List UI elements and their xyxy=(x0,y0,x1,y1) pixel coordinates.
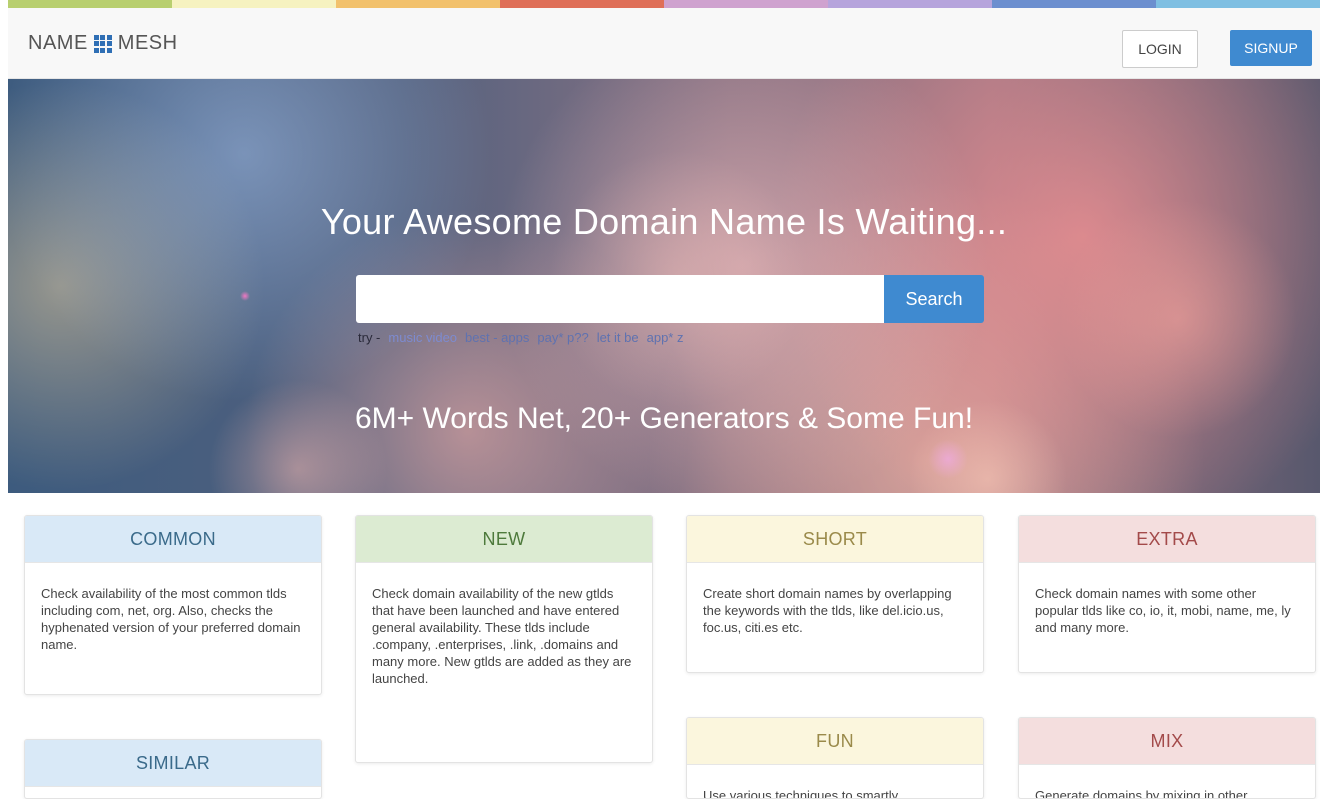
hero-title: Your Awesome Domain Name Is Waiting... xyxy=(320,201,1008,242)
card-common[interactable]: COMMON Check availability of the most co… xyxy=(24,515,322,695)
card-title: COMMON xyxy=(25,516,321,563)
bokeh-light xyxy=(208,379,388,493)
card-title: SHORT xyxy=(687,516,983,563)
card-description: Generate domains by mixing in other xyxy=(1035,788,1248,799)
hero-subtitle: 6M+ Words Net, 20+ Generators & Some Fun… xyxy=(354,402,974,435)
example-link[interactable]: pay* p?? xyxy=(537,330,588,345)
card-new[interactable]: NEW Check domain availability of the new… xyxy=(355,515,653,763)
strip-segment xyxy=(172,0,336,8)
card-description: Create short domain names by overlapping… xyxy=(703,586,952,635)
search-bar: Search xyxy=(356,275,984,323)
search-button[interactable]: Search xyxy=(884,275,984,323)
top-navbar: NAME MESH LOGIN SIGNUP xyxy=(8,8,1320,79)
example-link[interactable]: let it be xyxy=(597,330,639,345)
grid-icon xyxy=(93,34,112,53)
card-description: Check domain availability of the new gtl… xyxy=(372,586,632,686)
strip-segment xyxy=(1156,0,1320,8)
card-title: FUN xyxy=(687,718,983,765)
card-description: Use various techniques to smartly xyxy=(703,788,899,799)
card-extra[interactable]: EXTRA Check domain names with some other… xyxy=(1018,515,1316,673)
card-mix[interactable]: MIX Generate domains by mixing in other xyxy=(1018,717,1316,799)
logo-text-left: NAME xyxy=(28,32,88,54)
strip-segment xyxy=(8,0,172,8)
login-button[interactable]: LOGIN xyxy=(1122,30,1198,68)
card-description: Check domain names with some other popul… xyxy=(1035,586,1291,635)
strip-segment xyxy=(992,0,1156,8)
generator-cards: COMMON Check availability of the most co… xyxy=(8,493,1320,799)
card-title: MIX xyxy=(1019,718,1315,765)
logo-text-right: MESH xyxy=(117,32,178,54)
site-logo[interactable]: NAME MESH xyxy=(28,32,178,55)
strip-segment xyxy=(664,0,828,8)
domain-search-input[interactable] xyxy=(356,275,884,323)
card-similar[interactable]: SIMILAR xyxy=(24,739,322,799)
card-short[interactable]: SHORT Create short domain names by overl… xyxy=(686,515,984,673)
bokeh-light xyxy=(240,291,250,301)
example-link[interactable]: music video xyxy=(388,330,457,345)
strip-segment xyxy=(828,0,992,8)
bokeh-light xyxy=(928,439,968,479)
card-title: NEW xyxy=(356,516,652,563)
try-label: try - xyxy=(358,330,381,345)
try-examples: try - music video best - apps pay* p?? l… xyxy=(358,330,683,345)
strip-segment xyxy=(500,0,664,8)
card-description: Check availability of the most common tl… xyxy=(41,586,301,652)
strip-segment xyxy=(336,0,500,8)
hero-banner: Your Awesome Domain Name Is Waiting... S… xyxy=(8,79,1320,493)
card-title: SIMILAR xyxy=(25,740,321,787)
signup-button[interactable]: SIGNUP xyxy=(1230,30,1312,66)
example-link[interactable]: app* z xyxy=(647,330,684,345)
example-link[interactable]: best - apps xyxy=(465,330,529,345)
card-title: EXTRA xyxy=(1019,516,1315,563)
card-fun[interactable]: FUN Use various techniques to smartly xyxy=(686,717,984,799)
color-strip xyxy=(8,0,1320,8)
